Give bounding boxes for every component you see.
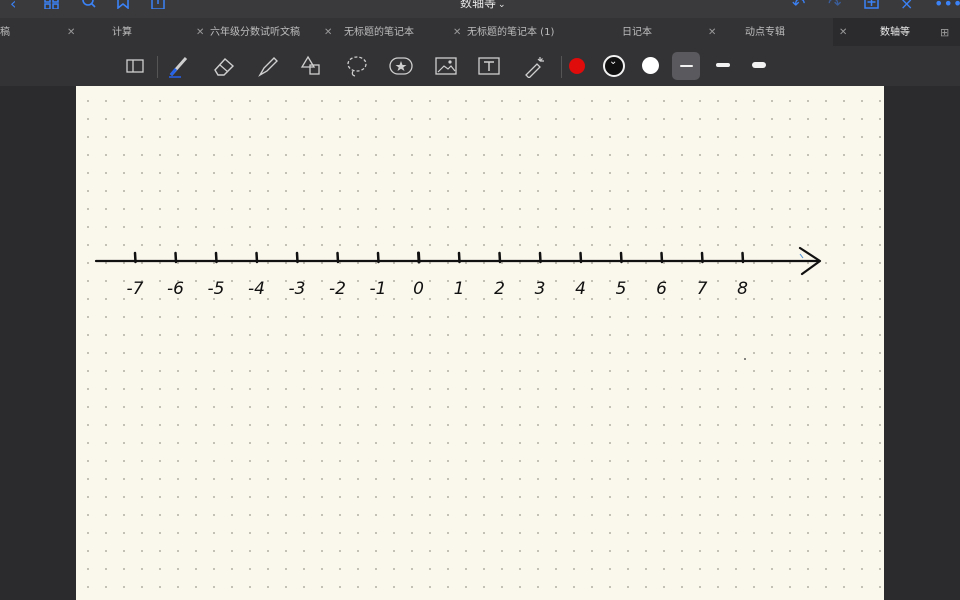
tab-label: 数轴等 [880,27,910,38]
tick-mark [376,251,380,264]
tick-label: 0 [413,279,424,299]
number-line-drawing: -7 -6 -5 -4 -3 -2 -1 0 1 2 3 4 5 6 7 8 [94,246,822,360]
close-icon[interactable]: ✕ [67,18,75,48]
thickness-thin-line [680,65,693,67]
tick-label: 6 [656,279,667,299]
tick-mark [498,251,502,264]
toolbar: ⌄ [0,46,960,86]
split-view-icon[interactable]: ⊞ [940,18,949,48]
tick-labels: -7 -6 -5 -4 -3 -2 -1 0 1 2 3 4 5 6 7 8 [127,279,749,299]
tick-mark [660,251,664,264]
close-icon[interactable]: ✕ [708,18,716,48]
lasso-icon[interactable] [344,54,370,78]
document-title[interactable]: 数轴等 ⌄ [460,0,506,14]
tab-0[interactable]: 稿 ✕ [0,18,80,46]
sticker-icon[interactable] [388,54,414,78]
top-bar: ‹ 数轴等 ⌄ ↶ ↷ × ••• [0,0,960,18]
back-icon[interactable]: ‹ [10,0,16,14]
text-tool-icon[interactable] [476,54,502,78]
tick-mark [741,251,745,264]
color-black-swatch-selected[interactable]: ⌄ [603,55,625,77]
close-icon[interactable]: ✕ [324,18,332,48]
tab-7-active[interactable]: ✕ 数轴等 ⊞ [833,18,960,46]
tab-6[interactable]: 动点专辑 [745,18,833,46]
tick-label: -1 [370,279,387,299]
tab-label: 无标题的笔记本 (1) [467,27,555,38]
tick-label: -6 [167,279,184,299]
tick-mark [133,251,137,264]
stray-dot [744,358,746,360]
share-icon[interactable] [151,0,165,14]
tick-mark [417,251,421,264]
tab-2[interactable]: 六年级分数试听文稿 ✕ [210,18,332,48]
tick-label: 7 [697,279,708,299]
tick-label: 1 [454,279,465,299]
close-icon[interactable]: ✕ [453,18,461,48]
tick-mark [457,251,461,264]
tab-bar: 稿 ✕ 计算 ✕ 六年级分数试听文稿 ✕ 无标题的笔记本 ✕ 无标题的笔记本 (… [0,18,960,46]
close-icon[interactable]: ✕ [839,18,847,48]
page-layout-icon[interactable] [122,54,148,78]
highlighter-icon[interactable] [255,54,281,78]
notebook-page[interactable]: -7 -6 -5 -4 -3 -2 -1 0 1 2 3 4 5 6 7 8 [76,86,884,600]
tab-label: 稿 [0,27,10,38]
tick-mark [295,251,299,264]
divider [561,56,562,78]
tab-1[interactable]: 计算 ✕ [112,18,204,48]
tab-label: 日记本 [622,27,652,38]
tick-label: 5 [616,279,627,299]
bookmark-icon[interactable] [116,0,130,14]
thickness-thick[interactable] [752,62,766,68]
tick-label: -5 [208,279,225,299]
thickness-medium[interactable] [716,63,730,67]
tab-label: 无标题的笔记本 [344,27,414,38]
pen-icon[interactable] [166,54,192,78]
tick-label: 2 [494,279,505,299]
more-icon[interactable]: ••• [934,0,960,14]
redo-icon[interactable]: ↷ [828,0,841,14]
tab-5[interactable]: 日记本 ✕ [622,18,722,46]
add-page-icon[interactable] [864,0,880,14]
tick-label: 3 [535,279,546,299]
tick-mark [174,251,178,264]
tick-mark [336,251,340,264]
tick-label: -2 [329,279,346,299]
tick-label: -4 [248,279,265,299]
divider [157,56,158,78]
tick-label: 8 [737,279,748,299]
close-icon[interactable]: × [900,0,913,14]
tab-label: 动点专辑 [745,27,785,38]
tick-label: -7 [127,279,144,299]
grid-icon[interactable] [44,0,60,14]
close-icon[interactable]: ✕ [196,18,204,48]
tick-mark [619,251,623,264]
tick-label: -3 [289,279,306,299]
image-icon[interactable] [433,54,459,78]
chevron-down-icon: ⌄ [609,56,618,67]
laser-pointer-icon[interactable] [522,54,548,78]
chevron-down-icon[interactable]: ⌄ [498,0,506,10]
tab-3[interactable]: 无标题的笔记本 ✕ [344,18,464,46]
search-icon[interactable] [82,0,96,14]
tab-label: 六年级分数试听文稿 [210,27,300,38]
tick-mark [255,251,259,264]
color-white-swatch[interactable] [642,57,659,74]
color-red-swatch[interactable] [569,58,585,74]
tick-mark [538,251,542,264]
tick-mark [214,251,218,264]
eraser-icon[interactable] [211,54,237,78]
tick-label: 4 [575,279,586,299]
shapes-icon[interactable] [299,54,325,78]
tick-mark [579,251,583,264]
undo-icon[interactable]: ↶ [792,0,805,14]
stray-mark [799,253,804,259]
tick-mark [700,251,704,264]
tab-label: 计算 [112,27,132,38]
